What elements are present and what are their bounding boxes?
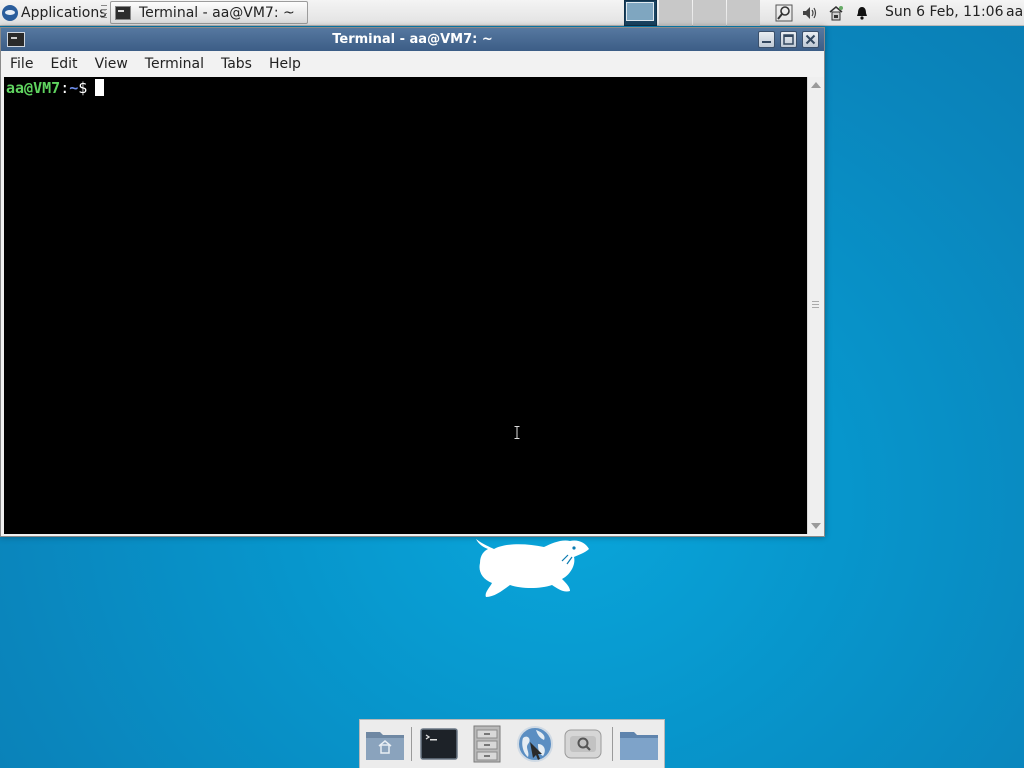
prompt-path: ~: [69, 79, 79, 97]
workspace-4[interactable]: [727, 0, 760, 26]
workspace-1[interactable]: [624, 0, 657, 26]
terminal-window-icon[interactable]: [7, 32, 25, 47]
menu-help[interactable]: Help: [260, 56, 309, 72]
web-browser-icon: [517, 726, 553, 762]
dock-terminal-button[interactable]: [418, 724, 460, 764]
volume-icon[interactable]: [800, 3, 820, 23]
menu-file[interactable]: File: [1, 56, 41, 72]
terminal-icon: [115, 5, 131, 20]
file-manager-icon: [473, 725, 501, 763]
dock-folder-button[interactable]: [618, 724, 660, 764]
top-panel: Applications Terminal - aa@VM7: ~ Sun 6 …: [0, 0, 1024, 26]
prompt-symbol: $: [78, 79, 88, 97]
folder-icon: [620, 732, 658, 760]
bottom-dock: [359, 719, 665, 768]
vertical-scrollbar[interactable]: [807, 77, 824, 534]
applications-menu-button[interactable]: Applications: [2, 2, 107, 24]
network-icon[interactable]: [826, 3, 846, 23]
menu-terminal[interactable]: Terminal: [136, 56, 212, 72]
prompt-colon: :: [60, 79, 70, 97]
home-folder-icon: [366, 732, 404, 760]
workspace-window-preview: [626, 2, 654, 21]
applications-label: Applications: [21, 5, 107, 21]
maximize-button[interactable]: [780, 31, 797, 48]
xfce-mouse-logo-icon: [476, 539, 589, 597]
shell-prompt: aa@VM7:~$: [6, 78, 105, 98]
minimize-icon: [762, 41, 771, 43]
menu-edit[interactable]: Edit: [41, 56, 85, 72]
close-icon: [805, 34, 816, 45]
scrollbar-grip[interactable]: [812, 301, 819, 309]
scroll-up-arrow-icon[interactable]: [811, 82, 821, 88]
user-menu[interactable]: aa: [1006, 0, 1023, 26]
prompt-user-host: aa@VM7: [6, 79, 61, 97]
scroll-down-arrow-icon[interactable]: [811, 523, 821, 529]
workspace-2[interactable]: [659, 0, 692, 26]
app-finder-icon: [564, 729, 602, 759]
notification-bell-icon[interactable]: [852, 3, 872, 23]
clock[interactable]: Sun 6 Feb, 11:06: [885, 0, 1003, 26]
dock-home-folder-button[interactable]: [364, 724, 406, 764]
panel-separator: [101, 5, 107, 19]
dock-web-browser-button[interactable]: [514, 724, 556, 764]
menu-tabs[interactable]: Tabs: [212, 56, 260, 72]
text-cursor: [95, 79, 105, 96]
taskbar-button-terminal[interactable]: Terminal - aa@VM7: ~: [110, 1, 308, 24]
minimize-button[interactable]: [758, 31, 775, 48]
ibeam-cursor-icon: [514, 426, 520, 439]
workspace-3[interactable]: [693, 0, 726, 26]
window-title: Terminal - aa@VM7: ~: [332, 32, 493, 47]
dock-separator: [411, 727, 412, 761]
terminal-icon: [420, 728, 458, 760]
menu-view[interactable]: View: [86, 56, 136, 72]
taskbar-label: Terminal - aa@VM7: ~: [139, 4, 295, 21]
terminal-window: Terminal - aa@VM7: ~ File Edit View Term…: [0, 27, 825, 537]
maximize-icon: [783, 34, 794, 45]
window-titlebar[interactable]: Terminal - aa@VM7: ~: [1, 28, 824, 51]
xfce-logo-icon: [2, 5, 18, 21]
terminal-output-area[interactable]: aa@VM7:~$: [4, 77, 807, 534]
dock-file-manager-button[interactable]: [466, 724, 508, 764]
search-icon[interactable]: [774, 3, 794, 23]
dock-separator: [612, 727, 613, 761]
dock-app-finder-button[interactable]: [562, 724, 604, 764]
close-button[interactable]: [802, 31, 819, 48]
menu-bar: File Edit View Terminal Tabs Help: [1, 51, 824, 77]
